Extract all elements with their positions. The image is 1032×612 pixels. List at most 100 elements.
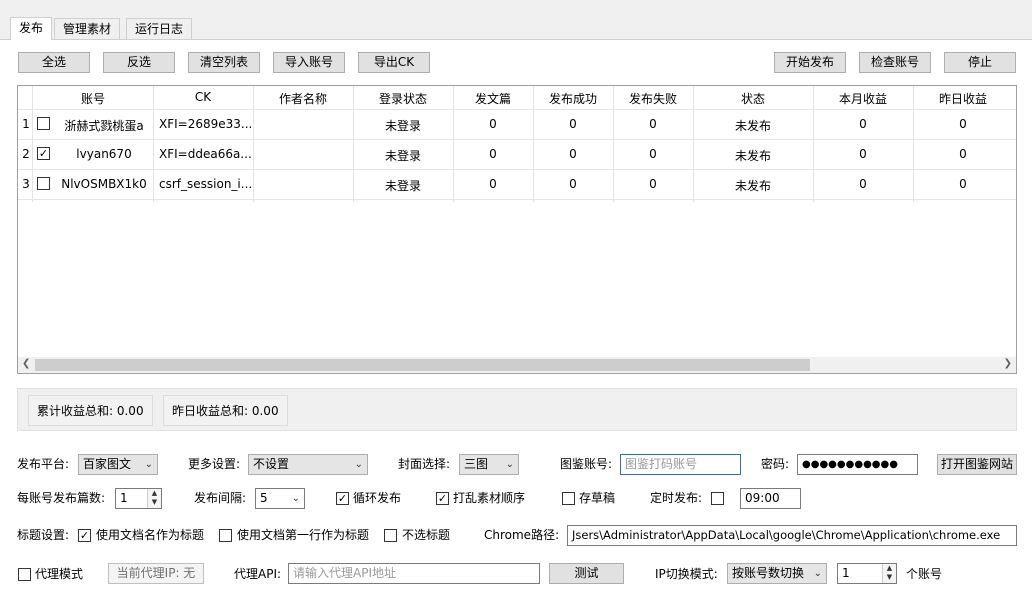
tujian-account-placeholder: 图鉴打码账号	[625, 457, 698, 471]
chevron-down-icon: ⌄	[813, 568, 822, 579]
row-number: 2	[22, 147, 30, 161]
row-checkbox[interactable]	[37, 117, 50, 130]
column-header-fail[interactable]: 发布失败	[613, 90, 693, 107]
cell-fail: 0	[649, 117, 657, 131]
scroll-left-icon[interactable]: ❮	[22, 358, 30, 369]
tab-manage-material[interactable]: 管理素材	[54, 18, 121, 40]
chrome-path-input[interactable]: Jsers\Administrator\AppData\Local\google…	[567, 525, 1017, 546]
platform-label: 发布平台:	[17, 457, 70, 471]
cover-select[interactable]: 三图 ⌄	[459, 454, 519, 475]
draft-checkbox[interactable]	[562, 492, 575, 505]
stepper-arrows-icon[interactable]: ▲ ▼	[147, 489, 161, 508]
total-income-label: 累计收益总和: 0.00	[28, 395, 153, 426]
cell-ck: csrf_session_i...	[159, 177, 253, 191]
column-header-ck[interactable]: CK	[153, 90, 253, 104]
per-account-stepper[interactable]: 1 ▲ ▼	[115, 488, 162, 509]
cell-month-income: 0	[859, 147, 867, 161]
tujian-account-input[interactable]: 图鉴打码账号	[620, 454, 741, 475]
scroll-right-icon[interactable]: ❯	[1004, 358, 1012, 369]
cell-login-status: 未登录	[384, 179, 421, 193]
loop-checkbox[interactable]: ✓	[336, 492, 349, 505]
start-publish-button[interactable]: 开始发布	[774, 52, 846, 73]
cell-ck: XFI=2689e33...	[159, 117, 253, 131]
title-option-2-checkbox[interactable]	[219, 529, 232, 542]
proxy-mode-label: 代理模式	[35, 567, 84, 581]
shuffle-check-mark: ✓	[437, 492, 448, 505]
tab-publish[interactable]: 发布	[10, 17, 53, 40]
ip-mode-value: 按账号数切换	[732, 566, 805, 580]
cover-value: 三图	[464, 457, 489, 471]
loop-check-mark: ✓	[337, 492, 348, 505]
cell-month-income: 0	[859, 117, 867, 131]
open-tujian-button[interactable]: 打开图鉴网站	[937, 454, 1017, 475]
column-header-status[interactable]: 状态	[693, 90, 813, 107]
timed-time-input[interactable]: 09:00	[740, 488, 801, 509]
cell-success: 0	[569, 177, 577, 191]
scrollbar-thumb[interactable]	[35, 359, 810, 371]
column-header-author[interactable]: 作者名称	[253, 90, 353, 107]
tujian-account-label: 图鉴账号:	[560, 457, 613, 471]
chevron-down-icon: ⌄	[291, 493, 300, 504]
platform-select[interactable]: 百家图文 ⌄	[78, 454, 158, 475]
import-accounts-button[interactable]: 导入账号	[273, 52, 345, 73]
cell-yesterday-income: 0	[959, 177, 967, 191]
cell-yesterday-income: 0	[959, 147, 967, 161]
chevron-down-icon: ⌄	[354, 459, 363, 470]
title-option-1-checkbox[interactable]: ✓	[78, 529, 91, 542]
platform-value: 百家图文	[83, 457, 132, 471]
title-option-2-label: 使用文档第一行作为标题	[237, 528, 370, 542]
password-input[interactable]: ●●●●●●●●●●●	[797, 454, 918, 475]
cell-login-status: 未登录	[384, 149, 421, 163]
cell-posts: 0	[489, 177, 497, 191]
shuffle-label: 打乱素材顺序	[453, 491, 526, 505]
horizontal-scrollbar[interactable]: ❮ ❯	[18, 357, 1016, 373]
row-checkbox[interactable]: ✓	[37, 147, 50, 160]
cell-status: 未发布	[734, 149, 771, 163]
invert-selection-button[interactable]: 反选	[103, 52, 175, 73]
ip-count-suffix: 个账号	[906, 567, 943, 581]
cell-fail: 0	[649, 177, 657, 191]
stepper-arrows-icon[interactable]: ▲ ▼	[882, 564, 896, 583]
interval-select[interactable]: 5 ⌄	[255, 488, 305, 509]
stop-button[interactable]: 停止	[944, 52, 1016, 73]
proxy-api-input[interactable]: 请输入代理API地址	[288, 563, 540, 584]
title-option-1-check-mark: ✓	[79, 529, 90, 542]
tab-bar: 发布 管理素材 运行日志	[0, 0, 1032, 40]
accounts-table[interactable]: 账号 CK 作者名称 登录状态 发文篇 发布成功 发布失败 状态 本月收益 昨日…	[17, 85, 1017, 374]
title-settings-label: 标题设置:	[17, 528, 70, 542]
export-ck-button[interactable]: 导出CK	[358, 52, 430, 73]
chrome-path-label: Chrome路径:	[484, 528, 560, 542]
column-header-success[interactable]: 发布成功	[533, 90, 613, 107]
column-header-account[interactable]: 账号	[33, 90, 153, 107]
check-accounts-button[interactable]: 检查账号	[859, 52, 931, 73]
cell-status: 未发布	[734, 119, 771, 133]
proxy-mode-checkbox[interactable]	[18, 568, 31, 581]
more-settings-select[interactable]: 不设置 ⌄	[248, 454, 368, 475]
title-option-3-checkbox[interactable]	[384, 529, 397, 542]
tab-run-log[interactable]: 运行日志	[126, 18, 193, 40]
column-header-month-income[interactable]: 本月收益	[813, 90, 913, 107]
column-header-posts[interactable]: 发文篇	[453, 90, 533, 107]
interval-label: 发布间隔:	[194, 491, 247, 505]
per-account-label: 每账号发布篇数:	[17, 491, 106, 505]
yesterday-income-label: 昨日收益总和: 0.00	[163, 395, 288, 426]
cell-account: NlvOSMBX1k0	[61, 177, 147, 191]
cell-login-status: 未登录	[384, 119, 421, 133]
proxy-api-placeholder: 请输入代理API地址	[293, 566, 396, 580]
ip-count-stepper[interactable]: 1 ▲ ▼	[837, 563, 897, 584]
per-account-value: 1	[120, 491, 128, 505]
more-settings-value: 不设置	[253, 457, 290, 471]
shuffle-checkbox[interactable]: ✓	[436, 492, 449, 505]
test-button[interactable]: 测试	[549, 563, 624, 584]
cell-account: 浙赫式戮桃蛋a	[64, 119, 144, 133]
timed-checkbox[interactable]	[711, 492, 724, 505]
password-label: 密码:	[761, 457, 790, 471]
row-number: 1	[22, 117, 30, 131]
current-proxy-button: 当前代理IP: 无	[108, 563, 204, 584]
row-checkbox[interactable]	[37, 177, 50, 190]
column-header-login-status[interactable]: 登录状态	[353, 90, 453, 107]
ip-mode-select[interactable]: 按账号数切换 ⌄	[727, 563, 827, 584]
clear-list-button[interactable]: 清空列表	[188, 52, 260, 73]
column-header-yesterday-income[interactable]: 昨日收益	[913, 90, 1013, 107]
select-all-button[interactable]: 全选	[18, 52, 90, 73]
